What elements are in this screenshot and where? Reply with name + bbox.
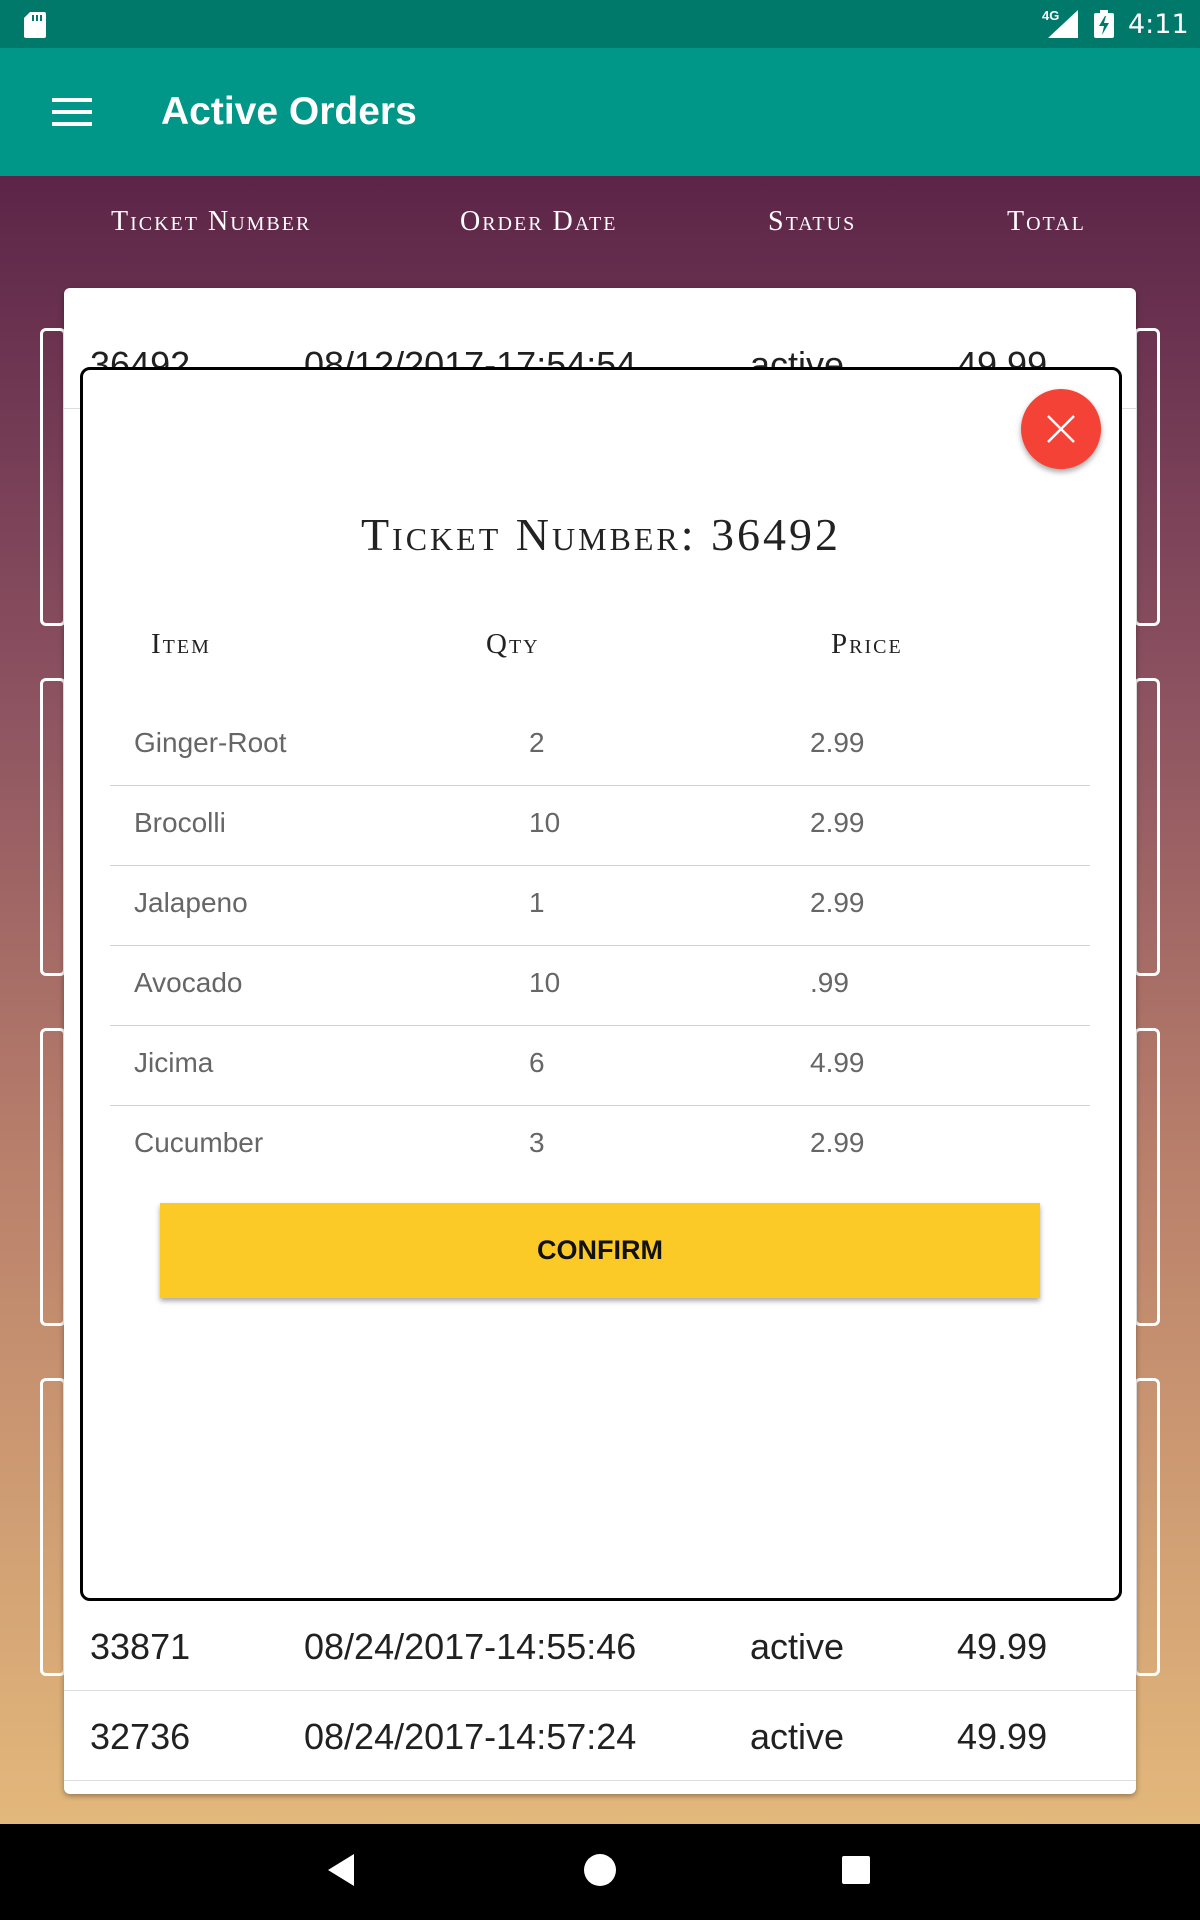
item-price: 2.99 bbox=[810, 727, 865, 758]
header-item: Item bbox=[151, 628, 211, 660]
header-total: Total bbox=[1007, 206, 1086, 237]
status-bar: 4G 4:11 bbox=[0, 0, 1200, 48]
order-total: 49.99 bbox=[957, 1716, 1048, 1757]
home-icon[interactable] bbox=[583, 1852, 617, 1888]
order-ticket: 32736 bbox=[90, 1716, 191, 1757]
order-status: active bbox=[750, 1626, 845, 1667]
list-item: Jicima 6 4.99 bbox=[110, 1025, 1090, 1106]
card-outline bbox=[1134, 678, 1160, 976]
app-bar: Active Orders bbox=[0, 48, 1200, 176]
order-row[interactable]: 32736 08/24/2017-14:57:24 active 49.99 bbox=[64, 1690, 1136, 1781]
list-item: Brocolli 10 2.99 bbox=[110, 785, 1090, 866]
list-item: Jalapeno 1 2.99 bbox=[110, 865, 1090, 946]
page-title: Active Orders bbox=[161, 90, 417, 133]
header-status: Status bbox=[768, 206, 857, 237]
item-qty: 6 bbox=[529, 1047, 545, 1078]
item-name: Ginger-Root bbox=[134, 727, 287, 758]
order-total: 49.99 bbox=[957, 1626, 1048, 1667]
item-qty: 2 bbox=[529, 727, 545, 758]
sd-card-icon bbox=[24, 12, 46, 38]
order-status: active bbox=[750, 1716, 845, 1757]
order-date: 08/24/2017-14:57:24 bbox=[304, 1716, 637, 1757]
order-row[interactable]: 33871 08/24/2017-14:55:46 active 49.99 bbox=[64, 1600, 1136, 1691]
close-button[interactable] bbox=[1021, 389, 1101, 469]
card-outline bbox=[40, 678, 66, 976]
item-name: Avocado bbox=[134, 967, 243, 998]
item-name: Brocolli bbox=[134, 807, 226, 838]
header-ticket-number: Ticket Number bbox=[111, 206, 312, 237]
item-price: 2.99 bbox=[810, 807, 865, 838]
system-nav-bar bbox=[0, 1824, 1200, 1920]
card-outline bbox=[1134, 1028, 1160, 1326]
signal-icon bbox=[1048, 10, 1078, 38]
battery-charging-icon bbox=[1094, 10, 1114, 38]
confirm-button[interactable]: CONFIRM bbox=[160, 1203, 1040, 1298]
dialog-title: Ticket Number: 36492 bbox=[360, 509, 842, 560]
orders-column-headers: Ticket Number Order Date Status Total bbox=[0, 206, 1200, 256]
card-outline bbox=[40, 328, 66, 626]
item-name: Cucumber bbox=[134, 1127, 264, 1158]
order-ticket: 33871 bbox=[90, 1626, 191, 1667]
list-item: Cucumber 3 2.99 bbox=[110, 1105, 1090, 1185]
header-price: Price bbox=[831, 628, 903, 660]
order-date: 08/24/2017-14:55:46 bbox=[304, 1626, 637, 1667]
card-outline bbox=[1134, 328, 1160, 626]
back-icon[interactable] bbox=[326, 1852, 356, 1888]
item-price: 2.99 bbox=[810, 887, 865, 918]
item-price: 2.99 bbox=[810, 1127, 865, 1158]
item-name: Jicima bbox=[134, 1047, 214, 1078]
item-qty: 3 bbox=[529, 1127, 545, 1158]
item-price: .99 bbox=[810, 967, 849, 998]
recents-icon[interactable] bbox=[841, 1852, 871, 1888]
item-qty: 10 bbox=[529, 967, 561, 998]
clock: 4:11 bbox=[1128, 9, 1189, 40]
hamburger-menu-icon[interactable] bbox=[52, 98, 92, 128]
close-icon bbox=[1047, 415, 1075, 443]
card-outline bbox=[1134, 1378, 1160, 1676]
item-qty: 1 bbox=[529, 887, 545, 918]
item-name: Jalapeno bbox=[134, 887, 248, 918]
header-order-date: Order Date bbox=[460, 206, 618, 237]
item-price: 4.99 bbox=[810, 1047, 865, 1078]
header-qty: Qty bbox=[486, 628, 540, 660]
item-qty: 10 bbox=[529, 807, 561, 838]
card-outline bbox=[40, 1378, 66, 1676]
list-item: Ginger-Root 2 2.99 bbox=[110, 705, 1090, 786]
card-outline bbox=[40, 1028, 66, 1326]
list-item: Avocado 10 .99 bbox=[110, 945, 1090, 1026]
order-detail-dialog: Ticket Number: 36492 Item Qty Price Ging… bbox=[80, 367, 1122, 1601]
